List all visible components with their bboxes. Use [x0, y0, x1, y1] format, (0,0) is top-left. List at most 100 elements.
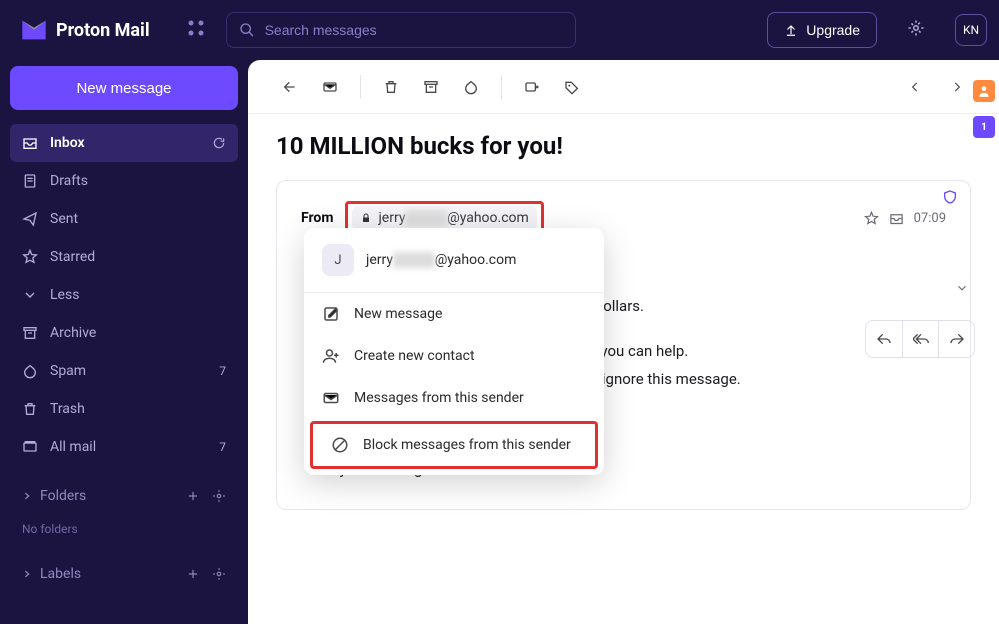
sent-icon	[22, 211, 38, 227]
dd-item-label: Messages from this sender	[354, 390, 524, 406]
settings-button[interactable]	[901, 13, 931, 47]
inbox-badge-icon	[889, 211, 904, 226]
folders-label: Folders	[40, 488, 86, 504]
back-button[interactable]	[272, 69, 308, 105]
add-folder-icon[interactable]	[186, 489, 200, 503]
sidebar-item-label: Drafts	[50, 173, 88, 189]
sender-dropdown: J jerryxxxxxx@yahoo.com New message Crea…	[304, 228, 604, 475]
search-bar[interactable]	[226, 12, 576, 48]
sidebar-item-trash[interactable]: Trash	[10, 390, 238, 428]
folders-header[interactable]: Folders	[10, 478, 238, 514]
sidebar-item-label: Starred	[50, 249, 95, 265]
label-settings-icon[interactable]	[212, 567, 226, 581]
allmail-count: 7	[219, 440, 226, 454]
labels-label: Labels	[40, 566, 81, 582]
upgrade-icon	[784, 23, 798, 37]
inbox-icon	[22, 135, 38, 151]
search-input[interactable]	[265, 22, 563, 38]
sidebar-item-sent[interactable]: Sent	[10, 200, 238, 238]
logo-text: Proton Mail	[56, 20, 150, 41]
chevron-right-icon	[22, 491, 32, 501]
sidebar-item-label: Spam	[50, 363, 86, 379]
sidebar-item-label: Archive	[50, 325, 96, 341]
spam-count: 7	[219, 364, 226, 378]
mark-read-button[interactable]	[312, 69, 348, 105]
labels-header[interactable]: Labels	[10, 556, 238, 592]
from-chip[interactable]: jerryxxxxxx@yahoo.com	[352, 206, 536, 230]
envelope-icon	[322, 389, 340, 407]
sidebar-item-drafts[interactable]: Drafts	[10, 162, 238, 200]
sidebar-item-label: Trash	[50, 401, 85, 417]
message-subject: 10 MILLION bucks for you!	[248, 114, 999, 180]
sidebar-item-inbox[interactable]: Inbox	[10, 124, 238, 162]
sidebar-item-label: Inbox	[50, 135, 85, 151]
expand-details-button[interactable]	[955, 280, 969, 299]
block-highlight: Block messages from this sender	[310, 421, 598, 469]
upgrade-label: Upgrade	[806, 22, 860, 38]
dd-item-label: New message	[354, 306, 442, 322]
new-message-button[interactable]: New message	[10, 66, 238, 110]
lock-icon	[360, 212, 372, 224]
sidebar-item-starred[interactable]: Starred	[10, 238, 238, 276]
refresh-icon[interactable]	[212, 136, 226, 150]
allmail-icon	[22, 439, 38, 455]
reply-all-button[interactable]	[902, 321, 938, 357]
from-label: From	[301, 210, 333, 226]
calendar-app-icon[interactable]: 1	[973, 116, 995, 138]
add-label-icon[interactable]	[186, 567, 200, 581]
sidebar-item-label: Sent	[50, 211, 78, 227]
sidebar-item-label: All mail	[50, 439, 96, 455]
chevron-right-icon	[22, 569, 32, 579]
chevron-down-icon	[22, 287, 38, 303]
apps-switcher-icon[interactable]	[186, 18, 206, 42]
spam-button[interactable]	[453, 69, 489, 105]
proton-logo-icon	[20, 16, 48, 44]
sidebar: New message Inbox Drafts Sent Starred Le…	[0, 60, 248, 624]
account-button[interactable]: KN	[955, 14, 987, 46]
dd-new-message[interactable]: New message	[304, 293, 604, 335]
sidebar-item-less[interactable]: Less	[10, 276, 238, 314]
label-button[interactable]	[554, 69, 590, 105]
folder-settings-icon[interactable]	[212, 489, 226, 503]
message-toolbar	[248, 60, 999, 114]
upgrade-button[interactable]: Upgrade	[767, 12, 877, 48]
message-time: 07:09	[914, 211, 946, 226]
sidebar-item-label: Less	[50, 287, 79, 303]
sender-email: jerryxxxxxx@yahoo.com	[366, 252, 516, 268]
sidebar-item-spam[interactable]: Spam 7	[10, 352, 238, 390]
shield-icon[interactable]	[942, 189, 958, 209]
star-icon	[22, 249, 38, 265]
logo[interactable]: Proton Mail	[12, 16, 150, 44]
spam-icon	[22, 363, 38, 379]
compose-icon	[322, 305, 340, 323]
right-rail: 1	[969, 60, 999, 138]
message-header: From jerryxxxxxx@yahoo.com 07:09	[277, 181, 970, 235]
star-button[interactable]	[864, 211, 879, 226]
dd-item-label: Block messages from this sender	[363, 437, 571, 453]
prev-message-button[interactable]	[897, 69, 933, 105]
dd-item-label: Create new contact	[354, 348, 475, 364]
top-bar: Proton Mail Upgrade KN	[0, 0, 999, 60]
no-folders-text: No folders	[10, 514, 238, 544]
sidebar-item-archive[interactable]: Archive	[10, 314, 238, 352]
contacts-app-icon[interactable]	[973, 80, 995, 102]
add-contact-icon	[322, 347, 340, 365]
block-icon	[331, 436, 349, 454]
moveto-button[interactable]	[514, 69, 550, 105]
archive-button[interactable]	[413, 69, 449, 105]
dropdown-header: J jerryxxxxxx@yahoo.com	[304, 228, 604, 293]
sidebar-item-allmail[interactable]: All mail 7	[10, 428, 238, 466]
drafts-icon	[22, 173, 38, 189]
gear-icon	[907, 19, 925, 37]
search-icon	[239, 22, 255, 38]
archive-icon	[22, 325, 38, 341]
dd-create-contact[interactable]: Create new contact	[304, 335, 604, 377]
dd-block-sender[interactable]: Block messages from this sender	[313, 424, 595, 466]
reply-actions	[865, 320, 975, 358]
forward-button[interactable]	[938, 321, 974, 357]
trash-icon	[22, 401, 38, 417]
delete-button[interactable]	[373, 69, 409, 105]
from-email: jerryxxxxxx@yahoo.com	[378, 210, 528, 226]
dd-messages-from-sender[interactable]: Messages from this sender	[304, 377, 604, 419]
reply-button[interactable]	[866, 321, 902, 357]
